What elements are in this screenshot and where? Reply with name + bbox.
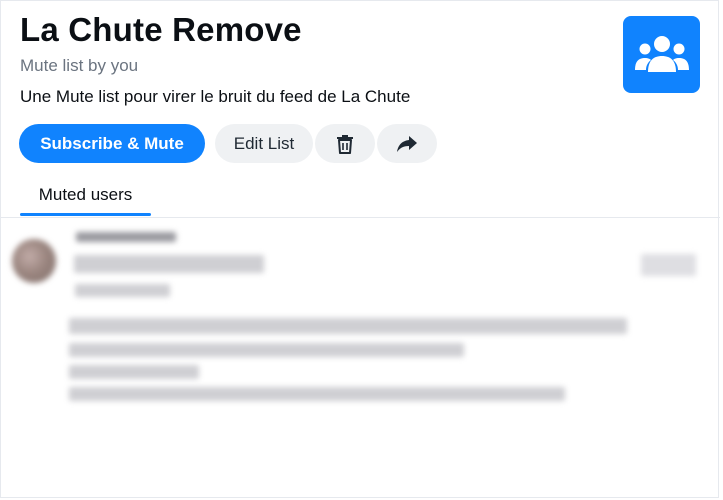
redacted-meta xyxy=(75,284,170,297)
list-subtitle: Mute list by you xyxy=(20,56,139,75)
active-tab-indicator xyxy=(20,213,151,216)
tab-muted-users[interactable]: Muted users xyxy=(20,173,151,216)
redacted-bio-line xyxy=(69,318,627,334)
list-description: Une Mute list pour virer le bruit du fee… xyxy=(20,87,411,106)
trash-icon xyxy=(337,134,353,154)
redacted-bio-line xyxy=(69,343,464,357)
delete-list-button[interactable] xyxy=(315,124,375,163)
subscribe-mute-button[interactable]: Subscribe & Mute xyxy=(19,124,205,163)
redacted-name xyxy=(76,232,176,242)
edit-list-button[interactable]: Edit List xyxy=(215,124,313,163)
list-avatar xyxy=(623,16,700,93)
list-page: La Chute Remove Mute list by you Une Mut… xyxy=(0,0,720,498)
redacted-bio-line xyxy=(69,365,199,379)
redacted-bio-line xyxy=(69,387,565,401)
users-group-icon xyxy=(634,35,689,72)
avatar xyxy=(12,239,56,283)
share-arrow-icon xyxy=(397,135,417,152)
redacted-handle xyxy=(74,255,264,273)
share-list-button[interactable] xyxy=(377,124,437,163)
page-title: La Chute Remove xyxy=(20,11,302,48)
redacted-badge[interactable] xyxy=(641,254,696,276)
tabs-divider xyxy=(1,217,720,218)
